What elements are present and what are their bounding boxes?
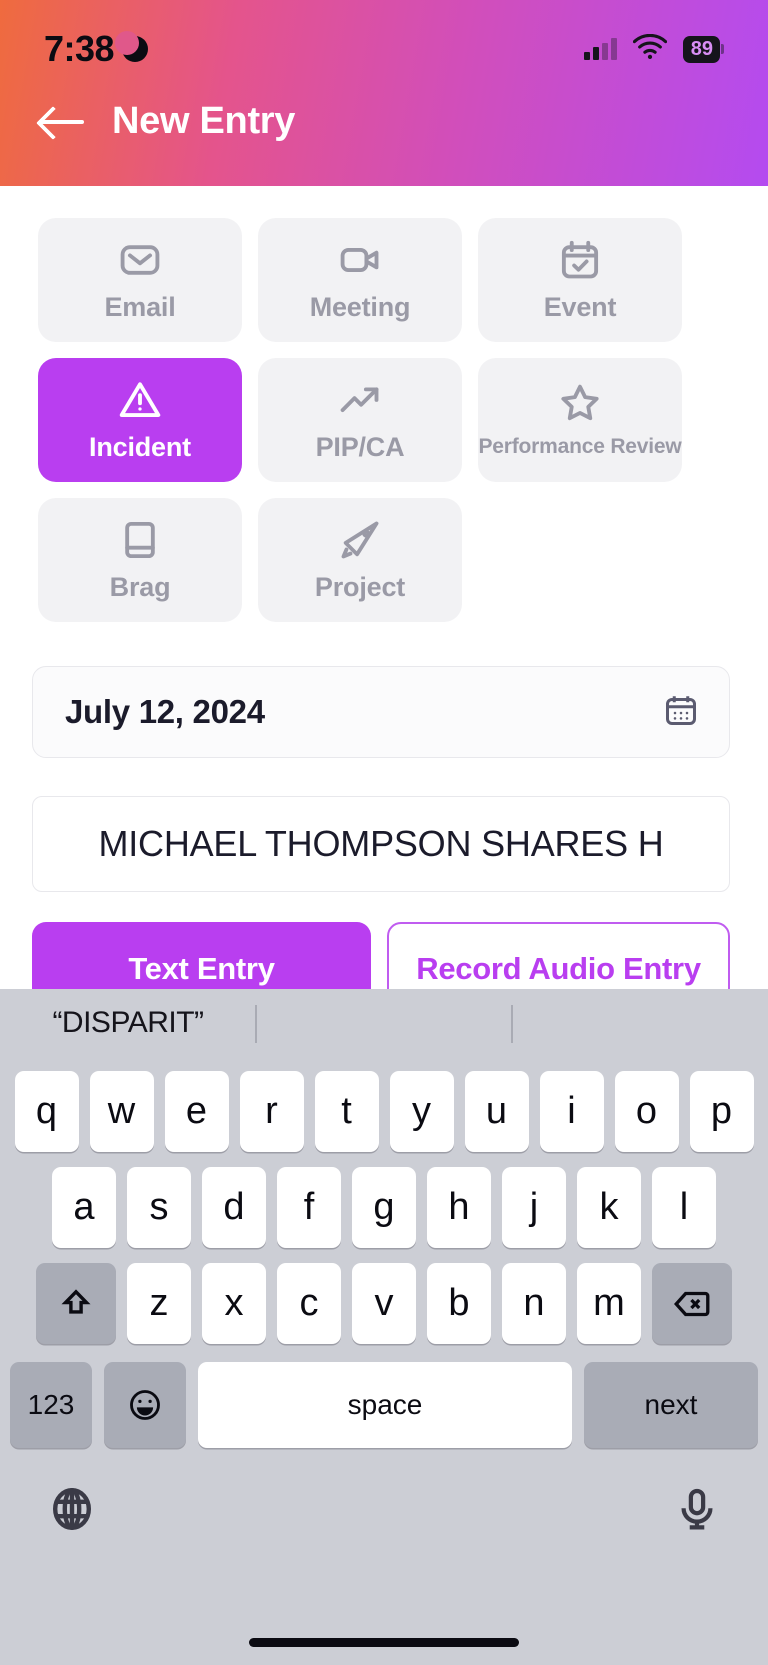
key-n[interactable]: n [502, 1263, 566, 1344]
return-next-key[interactable]: next [584, 1362, 758, 1448]
key-i[interactable]: i [539, 1071, 604, 1152]
key-l[interactable]: l [652, 1167, 716, 1248]
key-u[interactable]: u [464, 1071, 529, 1152]
suggestion-divider [511, 1005, 513, 1043]
key-f[interactable]: f [277, 1167, 341, 1248]
shift-arrow-icon[interactable] [36, 1263, 116, 1344]
key-s[interactable]: s [127, 1167, 191, 1248]
key-g[interactable]: g [352, 1167, 416, 1248]
space-key[interactable]: space [198, 1362, 572, 1448]
category-label: Email [104, 291, 176, 322]
category-label: Brag [109, 571, 171, 602]
category-label: Performance Review [478, 435, 682, 458]
wifi-icon [632, 33, 667, 65]
category-pip-ca[interactable]: PIP/CA [258, 358, 462, 482]
keyboard-row-3: z x c v b n m [0, 1263, 768, 1344]
entry-title-input[interactable]: MICHAEL THOMPSON SHARES H [32, 796, 730, 892]
battery-cap [721, 44, 724, 54]
category-label: Meeting [309, 291, 411, 322]
key-a[interactable]: a [52, 1167, 116, 1248]
category-performance-review[interactable]: Performance Review [478, 358, 682, 482]
key-y[interactable]: y [389, 1071, 454, 1152]
category-email[interactable]: Email [38, 218, 242, 342]
keyboard-row-2: a s d f g h j k l [0, 1167, 768, 1248]
key-t[interactable]: t [314, 1071, 379, 1152]
crescent-moon-icon [115, 31, 149, 62]
category-label: PIP/CA [315, 431, 405, 462]
key-q[interactable]: q [14, 1071, 79, 1152]
page-title: New Entry [112, 100, 296, 142]
category-label: Incident [89, 431, 191, 462]
status-bar: 7:38 89 [0, 0, 768, 70]
key-o[interactable]: o [614, 1071, 679, 1152]
predictive-suggestion-bar: “DISPARIT” [0, 989, 768, 1057]
key-d[interactable]: d [202, 1167, 266, 1248]
key-m[interactable]: m [577, 1263, 641, 1344]
clock-time: 7:38 [44, 28, 115, 69]
key-v[interactable]: v [352, 1263, 416, 1344]
category-brag[interactable]: Brag [38, 498, 242, 622]
back-arrow-icon[interactable] [40, 105, 86, 139]
keyboard-bottom-bar [0, 1463, 768, 1538]
navigation-bar: New Entry [0, 70, 768, 143]
date-value: July 12, 2024 [65, 693, 265, 730]
microphone-icon[interactable] [674, 1485, 720, 1538]
star-icon [558, 381, 602, 425]
key-x[interactable]: x [202, 1263, 266, 1344]
backspace-delete-icon[interactable] [652, 1263, 732, 1344]
key-h[interactable]: h [427, 1167, 491, 1248]
category-label: Project [314, 571, 406, 602]
category-label: Event [543, 291, 617, 322]
entry-title-value: MICHAEL THOMPSON SHARES H [98, 823, 664, 864]
category-grid: Email Meeting Event Incident PIP/CA Perf… [0, 186, 768, 622]
key-p[interactable]: p [689, 1071, 754, 1152]
key-j[interactable]: j [502, 1167, 566, 1248]
rocket-icon [338, 518, 382, 562]
suggestion-divider [255, 1005, 257, 1043]
key-b[interactable]: b [427, 1263, 491, 1344]
category-project[interactable]: Project [258, 498, 462, 622]
key-c[interactable]: c [277, 1263, 341, 1344]
key-k[interactable]: k [577, 1167, 641, 1248]
category-incident[interactable]: Incident [38, 358, 242, 482]
numbers-key[interactable]: 123 [10, 1362, 92, 1448]
app-header: 7:38 89 New Entry [0, 0, 768, 186]
video-camera-icon [338, 238, 382, 282]
battery-indicator: 89 [682, 35, 724, 63]
emoji-smiley-icon[interactable] [104, 1362, 186, 1448]
book-icon [118, 518, 162, 562]
calendar-check-icon [558, 238, 602, 282]
globe-language-icon[interactable] [48, 1485, 96, 1538]
category-event[interactable]: Event [478, 218, 682, 342]
key-e[interactable]: e [164, 1071, 229, 1152]
keyboard-row-4: 123 space next [0, 1359, 768, 1448]
key-w[interactable]: w [89, 1071, 154, 1152]
category-meeting[interactable]: Meeting [258, 218, 462, 342]
keyboard-row-1: q w e r t y u i o p [0, 1057, 768, 1152]
on-screen-keyboard: “DISPARIT” q w e r t y u i o p a s d f g… [0, 989, 768, 1665]
envelope-icon [118, 238, 162, 282]
key-z[interactable]: z [127, 1263, 191, 1344]
status-indicators: 89 [583, 33, 724, 65]
cellular-signal-icon [583, 38, 617, 60]
home-indicator [249, 1638, 519, 1647]
status-clock: 7:38 [44, 28, 149, 70]
calendar-icon[interactable] [663, 692, 699, 733]
key-r[interactable]: r [239, 1071, 304, 1152]
battery-level: 89 [682, 35, 720, 63]
app-root: 7:38 89 New Entry Email Meeting Event In… [0, 0, 768, 1665]
date-picker-field[interactable]: July 12, 2024 [32, 666, 730, 758]
trending-up-icon [338, 378, 382, 422]
warning-triangle-icon [118, 378, 162, 422]
suggestion-1[interactable]: “DISPARIT” [0, 1006, 256, 1040]
